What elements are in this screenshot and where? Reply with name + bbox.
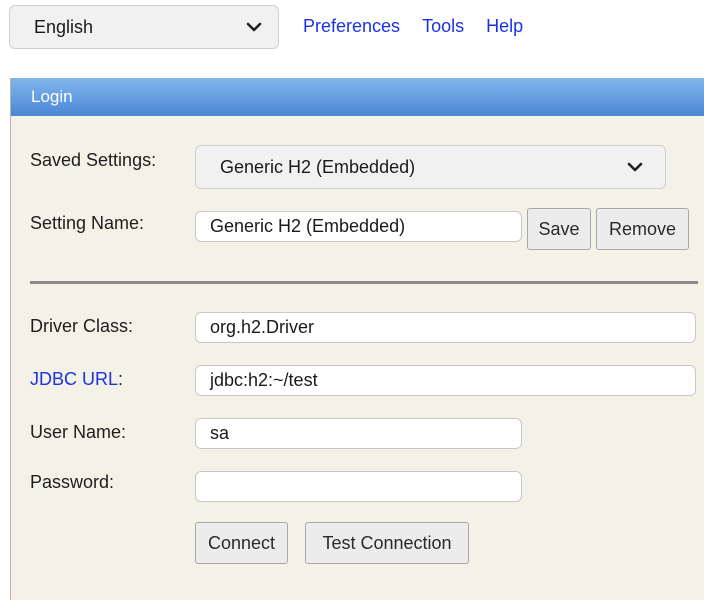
- setting-name-value: Generic H2 (Embedded): [210, 216, 406, 236]
- language-select-value: English: [34, 16, 94, 37]
- saved-settings-label: Saved Settings:: [30, 150, 157, 170]
- login-panel: Login Saved Settings: Generic H2 (Embedd…: [10, 78, 704, 600]
- setting-name-input[interactable]: Generic H2 (Embedded): [195, 211, 522, 242]
- jdbc-url-value: jdbc:h2:~/test: [210, 370, 318, 390]
- panel-title: Login: [31, 87, 73, 106]
- driver-class-value: org.h2.Driver: [210, 317, 315, 337]
- jdbc-url-link[interactable]: JDBC URL: [30, 369, 118, 389]
- driver-class-label: Driver Class:: [30, 316, 134, 336]
- password-label: Password:: [30, 472, 115, 492]
- tools-link[interactable]: Tools: [422, 16, 464, 37]
- saved-settings-select[interactable]: Generic H2 (Embedded): [195, 145, 666, 189]
- chevron-down-icon: [246, 21, 262, 33]
- save-button[interactable]: Save: [527, 208, 591, 250]
- jdbc-url-label[interactable]: JDBC URL:: [30, 369, 123, 390]
- saved-settings-value: Generic H2 (Embedded): [220, 156, 416, 177]
- jdbc-url-colon: :: [118, 369, 124, 389]
- language-select[interactable]: English: [9, 5, 279, 49]
- test-connection-button[interactable]: Test Connection: [305, 522, 469, 564]
- user-name-value: sa: [210, 423, 230, 443]
- help-link[interactable]: Help: [486, 16, 523, 37]
- password-input[interactable]: [195, 471, 522, 502]
- user-name-label: User Name:: [30, 422, 127, 442]
- jdbc-url-input[interactable]: jdbc:h2:~/test: [195, 365, 696, 396]
- preferences-link[interactable]: Preferences: [303, 16, 400, 37]
- section-divider: [30, 281, 698, 284]
- remove-button[interactable]: Remove: [596, 208, 689, 250]
- login-panel-header: Login: [11, 78, 704, 116]
- chevron-down-icon: [627, 161, 643, 173]
- connect-button[interactable]: Connect: [195, 522, 288, 564]
- top-nav: Preferences Tools Help: [303, 16, 523, 37]
- user-name-input[interactable]: sa: [195, 418, 522, 449]
- driver-class-input[interactable]: org.h2.Driver: [195, 312, 696, 343]
- setting-name-label: Setting Name:: [30, 213, 145, 233]
